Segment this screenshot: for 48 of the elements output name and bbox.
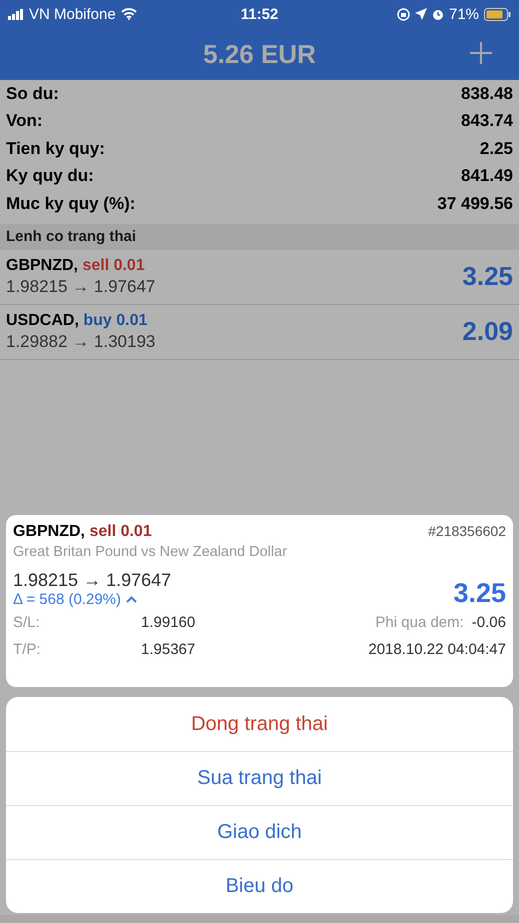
ticket-number: #218356602 (428, 523, 506, 539)
account-value: 37 499.56 (437, 194, 513, 214)
action-button[interactable]: Bieu do (6, 859, 513, 913)
account-label: Tien ky quy: (6, 138, 105, 159)
field-value: 1.95367 (141, 641, 196, 658)
account-value: 838.48 (461, 84, 513, 104)
position-title: USDCAD, buy 0.01 (6, 312, 148, 330)
balance-title: 5.26 EUR (203, 38, 316, 70)
account-label: Muc ky quy (%): (6, 194, 136, 214)
lock-rotation-icon (396, 8, 410, 20)
position-prices: 1.98215 → 1.97647 (6, 276, 156, 296)
account-label: So du: (6, 84, 59, 104)
field-label: Phi qua dem: (375, 614, 464, 631)
action-button[interactable]: Giao dich (6, 805, 513, 859)
position-prices: 1.98215 → 1.97647 (13, 570, 172, 591)
symbol-description: Great Britan Pound vs New Zealand Dollar (13, 544, 288, 560)
wifi-icon (120, 8, 137, 20)
alarm-icon (432, 8, 444, 20)
field-label: S/L: (13, 614, 41, 631)
signal-icon (8, 8, 24, 20)
account-value: 843.74 (461, 111, 513, 132)
position-title: GBPNZD, sell 0.01 (6, 256, 146, 274)
status-time: 11:52 (240, 6, 278, 22)
price-delta: Δ = 568 (0.29%) (13, 591, 122, 608)
battery-percent: 71% (448, 6, 480, 22)
account-label: Ky quy du: (6, 166, 94, 186)
position-title: GBPNZD, sell 0.01 (13, 523, 152, 541)
section-header: Lenh co trang thai (0, 224, 519, 250)
account-label: Von: (6, 111, 43, 132)
chevron-up-icon (126, 596, 138, 603)
field-value: -0.06 (472, 614, 506, 631)
position-row[interactable]: GBPNZD, sell 0.01 1.98215 → 1.97647 3.25 (0, 250, 519, 304)
add-icon[interactable] (469, 41, 493, 65)
account-value: 2.25 (480, 138, 513, 159)
position-prices: 1.29882 → 1.30193 (6, 332, 156, 352)
battery-icon (484, 8, 512, 20)
account-value: 841.49 (461, 166, 513, 186)
field-label: T/P: (13, 641, 42, 658)
field-value: 2018.10.22 04:04:47 (368, 641, 506, 658)
action-button[interactable]: Sua trang thai (6, 751, 513, 805)
location-icon (414, 8, 427, 20)
position-profit: 2.09 (462, 316, 513, 347)
position-profit: 3.25 (453, 578, 506, 609)
position-row[interactable]: USDCAD, buy 0.01 1.29882 → 1.30193 2.09 (0, 304, 519, 360)
field-value: 1.99160 (141, 614, 196, 631)
action-button[interactable]: Dong trang thai (6, 697, 513, 751)
position-profit: 3.25 (462, 261, 513, 292)
carrier-name: VN Mobifone (29, 6, 116, 22)
